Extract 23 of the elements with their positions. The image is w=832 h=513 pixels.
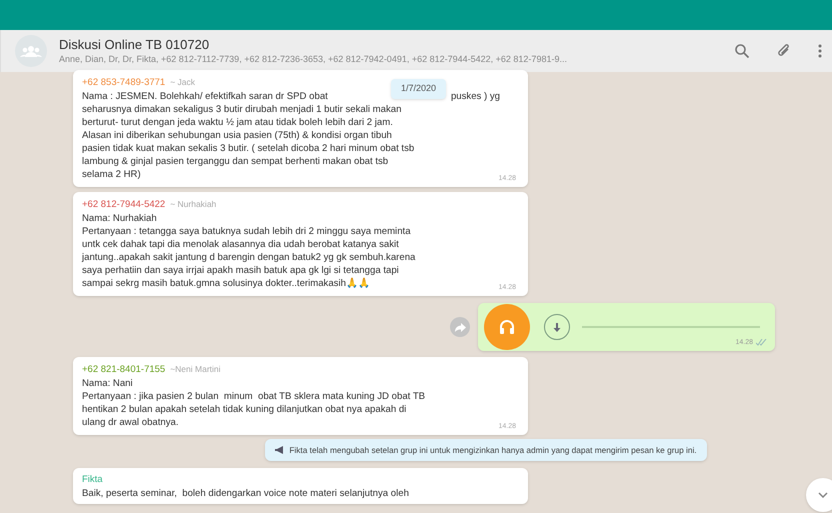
chat-title[interactable]: Diskusi Online TB 010720: [59, 36, 720, 52]
menu-icon[interactable]: [818, 43, 822, 59]
sender-phone[interactable]: +62 821-8401-7155: [82, 363, 166, 377]
forward-arrow-icon: [454, 322, 466, 332]
message-text: Baik, peserta seminar, boleh didengarkan voice note materi selanjutnya oleh: [82, 487, 409, 500]
sender-phone[interactable]: +62 812-7944-5422: [82, 198, 166, 212]
date-badge: 1/7/2020: [391, 79, 446, 98]
download-button[interactable]: [544, 314, 570, 340]
sender-name: ~Neni Martini: [170, 363, 221, 376]
participants-list: Anne, Dian, Dr, Dr, Fikta, +62 812-7112-7739, +62 812-7236-3653, +62 812-7942-0491, +62 812-7944-5422, +62 812-7981-9...: [59, 52, 720, 66]
headphones-icon: [499, 319, 515, 335]
download-arrow-icon: [553, 322, 561, 332]
sender-phone[interactable]: +62 853-7489-3771: [82, 76, 166, 90]
system-notice-text: Fikta telah mengubah setelan grup ini untuk mengizinkan hanya admin yang dapat mengirim pesan ke grup ini.: [289, 444, 697, 456]
message-text: Nama: Nurhakiah Pertanyaan : tetangga saya batuknya sudah lebih dri 2 minggu saya meminta untk cek dahak tapi dia menolak alasannya dia udah berobat katanya sakit jantung..apakah sakit jantung d barengin dengan batuk2 yg gk sembuh.karena saya perhatiin dan saya irrjai apakh masih batuk apa gk lgi si tetangga tapi sampai sekrg masih batuk.gmna solusinya dokter..terimakasih🙏🙏: [82, 212, 416, 290]
megaphone-icon: [275, 446, 286, 454]
chevron-down-icon: [818, 492, 828, 498]
sender-name: ~ Nurhakiah: [170, 198, 216, 211]
sender-name: ~ Jack: [170, 76, 196, 89]
sender-phone[interactable]: Fikta: [82, 473, 103, 488]
search-icon[interactable]: [734, 43, 750, 59]
message-text: Nama: Nani Pertanyaan : jika pasien 2 bulan minum obat TB sklera mata kuning JD obat TB hentikan 2 bulan apakah setelah tidak kuning dilanjutkan obat nya apakah di ulang dr awal obatnya.: [82, 377, 426, 429]
paperclip-icon[interactable]: [776, 43, 792, 59]
